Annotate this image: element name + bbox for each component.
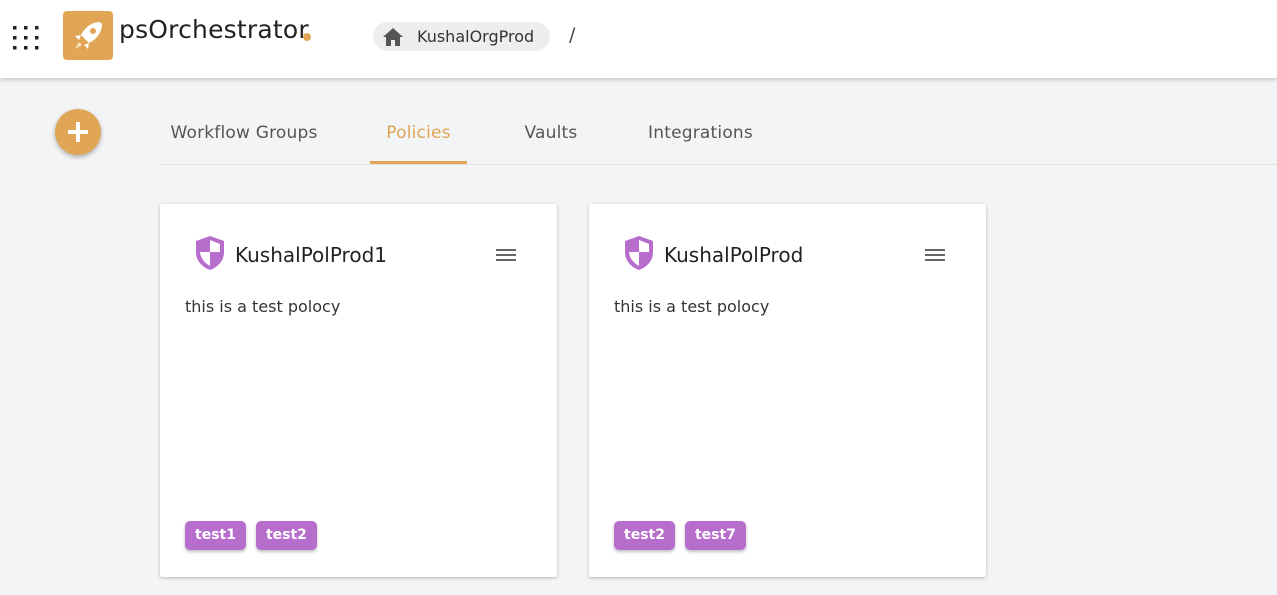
top-bar: psOrchestrator KushalOrgProd / <box>0 0 1277 78</box>
tag-list: test2 test7 <box>614 521 746 550</box>
breadcrumb-org-label: KushalOrgProd <box>417 27 535 46</box>
plus-icon <box>68 122 88 142</box>
policy-description: this is a test polocy <box>185 297 341 316</box>
breadcrumb-separator: / <box>569 24 576 46</box>
shield-icon <box>625 236 653 270</box>
brand-dot <box>303 33 311 41</box>
tab-policies[interactable]: Policies <box>370 104 467 164</box>
hamburger-menu-icon[interactable] <box>495 246 517 264</box>
hamburger-menu-icon[interactable] <box>924 246 946 264</box>
tab-bar: Workflow Groups Policies Vaults Integrat… <box>158 104 1277 165</box>
rocket-icon <box>75 21 102 49</box>
app-logo[interactable] <box>63 11 113 60</box>
tag-list: test1 test2 <box>185 521 317 550</box>
apps-grid-icon[interactable] <box>12 24 40 52</box>
tag-chip[interactable]: test7 <box>684 521 746 550</box>
policy-card[interactable]: KushalPolProd this is a test polocy test… <box>589 204 986 577</box>
tab-vaults[interactable]: Vaults <box>507 104 595 162</box>
tag-chip[interactable]: test2 <box>614 521 675 550</box>
tag-chip[interactable]: test1 <box>185 521 246 550</box>
policy-title: KushalPolProd <box>664 243 804 267</box>
tag-chip[interactable]: test2 <box>255 521 317 550</box>
app-title: psOrchestrator <box>119 15 309 44</box>
tab-integrations[interactable]: Integrations <box>635 104 766 162</box>
policy-description: this is a test polocy <box>614 297 770 316</box>
breadcrumb-org[interactable]: KushalOrgProd <box>373 22 551 51</box>
tab-workflow-groups[interactable]: Workflow Groups <box>158 104 330 162</box>
policy-title: KushalPolProd1 <box>235 243 387 267</box>
policy-card[interactable]: KushalPolProd1 this is a test polocy tes… <box>160 204 557 577</box>
home-icon <box>383 27 403 46</box>
add-button[interactable] <box>55 109 101 155</box>
shield-icon <box>196 236 224 270</box>
